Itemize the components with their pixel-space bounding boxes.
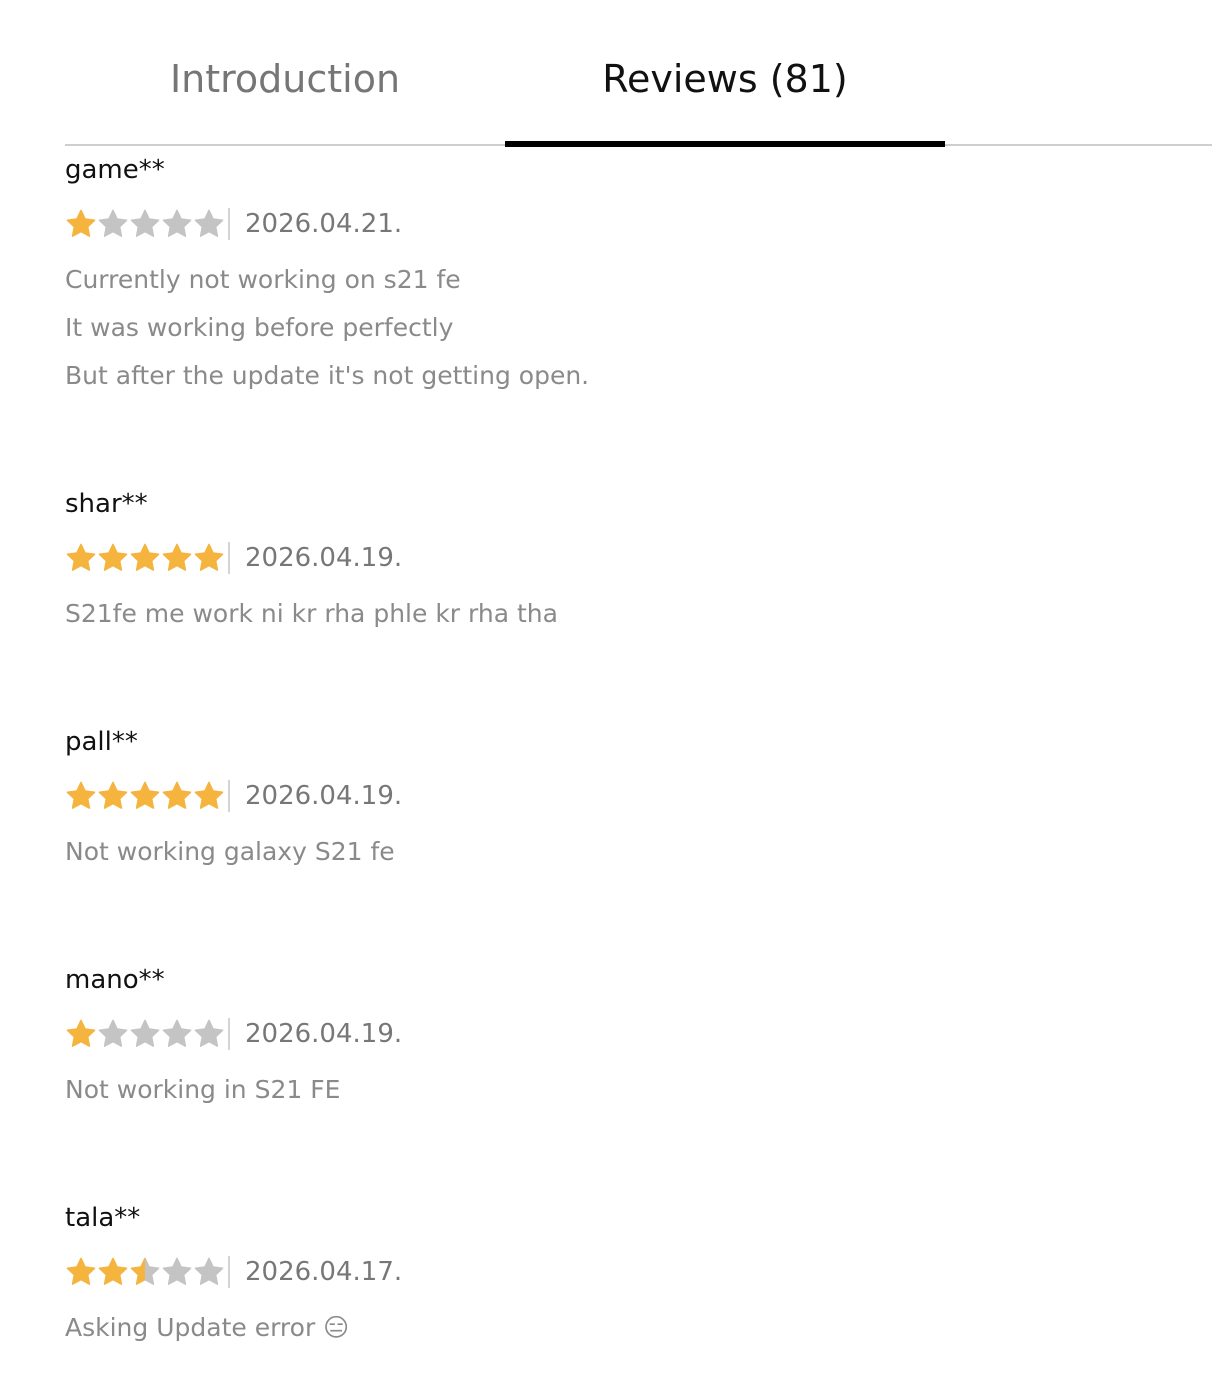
review-item: game** 2026.04.21. Currently not working… (65, 152, 1165, 400)
tab-introduction-label: Introduction (169, 57, 401, 101)
tab-bar: Introduction Reviews (81) (65, 0, 1212, 147)
review-text-line: But after the update it's not getting op… (65, 361, 590, 390)
review-item: tala** 2026.04.17. Asking Update error 😑 (65, 1200, 1165, 1352)
review-meta: 2026.04.21. (65, 206, 1165, 242)
star-empty-icon (162, 209, 192, 237)
review-text-line: S21fe me work ni kr rha phle kr rha tha (65, 599, 558, 628)
review-date: 2026.04.19. (245, 1019, 403, 1049)
review-item: shar** 2026.04.19. S21fe me work ni kr r… (65, 486, 1165, 638)
active-tab-indicator (505, 141, 945, 147)
star-empty-icon (98, 209, 128, 237)
meta-divider (228, 208, 230, 240)
star-filled-icon (162, 781, 192, 809)
tab-introduction[interactable]: Introduction (65, 0, 505, 146)
review-username: tala** (65, 1203, 141, 1233)
star-empty-icon (162, 1257, 192, 1285)
review-username: pall** (65, 727, 138, 757)
star-rating (65, 1018, 225, 1050)
star-half-icon (130, 1257, 160, 1285)
review-item: mano** 2026.04.19. Not working in S21 FE (65, 962, 1165, 1114)
star-filled-icon (194, 781, 224, 809)
star-filled-icon (162, 543, 192, 571)
review-text: Currently not working on s21 fe It was w… (65, 256, 1165, 400)
review-text-line: It was working before perfectly (65, 313, 454, 342)
review-text: Not working galaxy S21 fe (65, 828, 1165, 876)
meta-divider (228, 1256, 230, 1288)
review-username: game** (65, 155, 165, 185)
review-date: 2026.04.19. (245, 543, 403, 573)
star-rating (65, 1256, 225, 1288)
star-filled-icon (66, 543, 96, 571)
review-text: Not working in S21 FE (65, 1066, 1165, 1114)
review-text-line: Not working galaxy S21 fe (65, 837, 395, 866)
star-filled-icon (98, 1257, 128, 1285)
review-meta: 2026.04.19. (65, 778, 1165, 814)
star-filled-icon (194, 543, 224, 571)
tab-reviews[interactable]: Reviews (81) (505, 0, 945, 147)
star-empty-icon (98, 1019, 128, 1047)
review-date: 2026.04.17. (245, 1257, 403, 1287)
review-text-line: Currently not working on s21 fe (65, 265, 461, 294)
review-username: mano** (65, 965, 165, 995)
star-filled-icon (130, 781, 160, 809)
star-empty-icon (130, 209, 160, 237)
star-empty-icon (194, 209, 224, 237)
review-text-line: Not working in S21 FE (65, 1075, 341, 1104)
review-meta: 2026.04.19. (65, 1016, 1165, 1052)
tab-reviews-label: Reviews (81) (602, 57, 848, 101)
reviews-page: Introduction Reviews (81) game** 2026.04… (0, 0, 1212, 1380)
star-filled-icon (98, 543, 128, 571)
star-filled-icon (98, 781, 128, 809)
star-filled-icon (66, 1019, 96, 1047)
star-empty-icon (130, 1019, 160, 1047)
star-empty-icon (162, 1019, 192, 1047)
star-filled-icon (130, 543, 160, 571)
star-empty-icon (194, 1019, 224, 1047)
meta-divider (228, 542, 230, 574)
review-meta: 2026.04.17. (65, 1254, 1165, 1290)
star-rating (65, 780, 225, 812)
review-text-line: Asking Update error 😑 (65, 1313, 350, 1342)
review-date: 2026.04.21. (245, 209, 403, 239)
meta-divider (228, 780, 230, 812)
star-rating (65, 208, 225, 240)
review-meta: 2026.04.19. (65, 540, 1165, 576)
review-date: 2026.04.19. (245, 781, 403, 811)
meta-divider (228, 1018, 230, 1050)
review-text: S21fe me work ni kr rha phle kr rha tha (65, 590, 1165, 638)
review-item: pall** 2026.04.19. Not working galaxy S2… (65, 724, 1165, 876)
star-filled-icon (66, 209, 96, 237)
star-empty-icon (194, 1257, 224, 1285)
review-username: shar** (65, 489, 148, 519)
star-rating (65, 542, 225, 574)
review-text: Asking Update error 😑 (65, 1304, 1165, 1352)
star-filled-icon (66, 781, 96, 809)
star-filled-icon (66, 1257, 96, 1285)
